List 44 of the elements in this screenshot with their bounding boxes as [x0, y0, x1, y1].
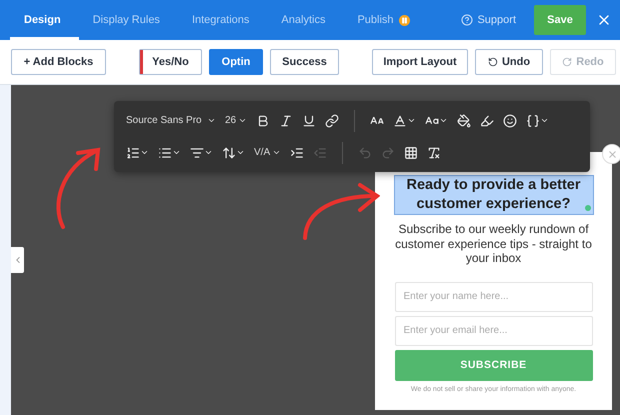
popup-headline[interactable]: Ready to provide a better customer experience? — [394, 176, 592, 214]
underline-icon[interactable] — [302, 114, 316, 128]
select-all-icon[interactable] — [404, 146, 418, 160]
caret-icon — [207, 116, 216, 125]
caret-icon — [272, 148, 282, 157]
view-tab[interactable]: Success — [270, 49, 339, 75]
italic-icon[interactable] — [279, 114, 294, 128]
help-icon — [461, 14, 474, 26]
line-height-icon[interactable] — [222, 146, 245, 160]
nav-tab[interactable]: Display Rules — [78, 0, 178, 40]
input-field[interactable]: Enter your email here... — [394, 316, 592, 346]
nav-tab[interactable]: Publish — [343, 0, 428, 40]
ordered-list-icon[interactable] — [126, 146, 149, 160]
input-field[interactable]: Enter your name here... — [394, 282, 592, 312]
link-icon[interactable] — [325, 114, 340, 128]
view-tab[interactable]: Optin — [209, 49, 263, 75]
save-button[interactable]: Save — [534, 5, 586, 35]
indent-icon[interactable] — [290, 146, 304, 160]
collapse-icon[interactable] — [11, 247, 24, 273]
align-icon[interactable] — [190, 146, 213, 160]
clear-format-icon[interactable] — [427, 146, 442, 160]
redo-icon — [562, 57, 572, 67]
bold-icon[interactable] — [256, 114, 270, 128]
view-tab[interactable]: Yes/No — [139, 49, 202, 75]
nav-tab[interactable]: Integrations — [178, 0, 268, 40]
fill-icon[interactable] — [457, 114, 472, 128]
bullet-list-icon[interactable] — [158, 146, 181, 160]
popup-description: Subscribe to our weekly rundown of customer experience tips - straight to your inbox — [394, 222, 593, 266]
add-blocks-button[interactable]: + Add Blocks — [11, 49, 106, 75]
highlight-icon[interactable] — [480, 114, 494, 128]
undo-button[interactable]: Undo — [475, 49, 543, 75]
undo-icon — [488, 57, 498, 67]
size-dropdown[interactable]: 26 — [225, 115, 248, 126]
emoji-icon[interactable] — [503, 114, 518, 128]
support-link[interactable]: Support — [461, 0, 516, 40]
nav-tab[interactable]: Analytics — [267, 0, 344, 40]
font-dropdown[interactable]: Source Sans Pro — [126, 115, 216, 126]
code-icon[interactable] — [526, 114, 550, 128]
letter-spacing-dropdown[interactable]: V/A — [254, 147, 282, 158]
import-layout-button[interactable]: Import Layout — [372, 49, 468, 75]
close-icon[interactable] — [602, 144, 620, 164]
subscribe-button[interactable]: SUBSCRIBE — [394, 350, 592, 380]
font-color-icon[interactable] — [393, 114, 416, 128]
caret-icon — [238, 116, 248, 125]
